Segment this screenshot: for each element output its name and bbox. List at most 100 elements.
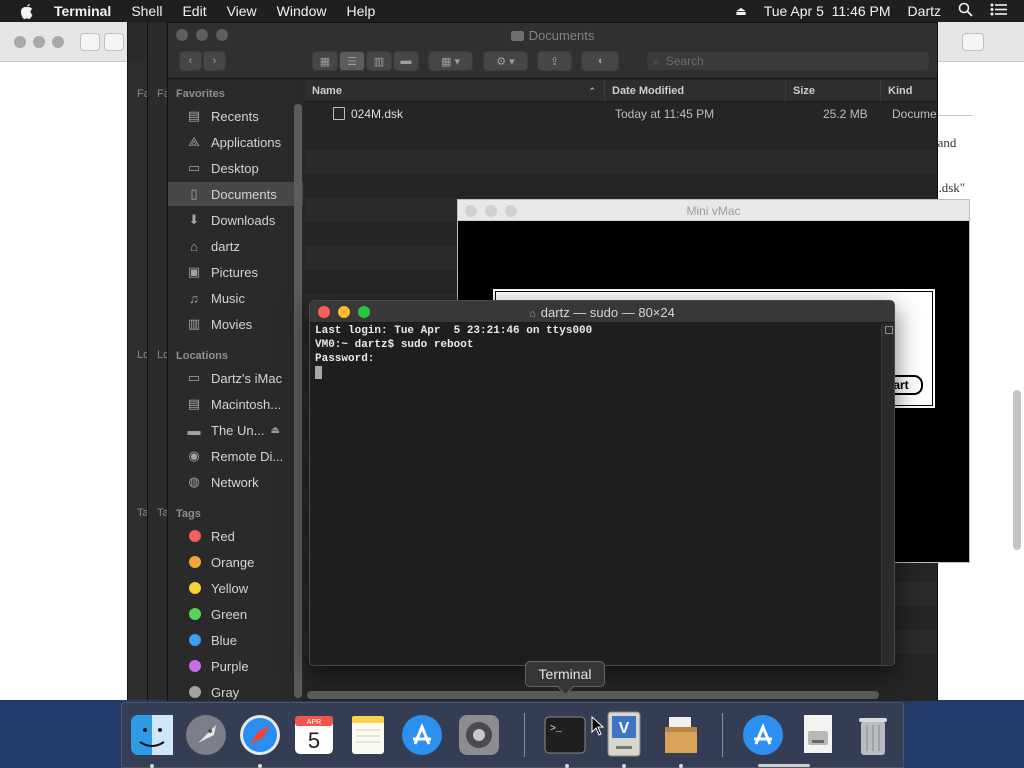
dock-disk-image[interactable] — [794, 710, 842, 760]
sidebar-item-desktop[interactable]: ▭ Desktop — [168, 156, 303, 180]
sidebar-tag-red[interactable]: Red — [168, 524, 303, 548]
bg-forward-button[interactable] — [104, 33, 124, 51]
mini-vmac-icon: V — [607, 711, 641, 757]
dock-finder[interactable] — [128, 710, 176, 760]
column-date-modified[interactable]: Date Modified — [605, 80, 786, 102]
notification-center-icon[interactable] — [990, 3, 1007, 19]
sidebar-item-pictures[interactable]: ▣ Pictures — [168, 260, 303, 284]
menu-app-name[interactable]: Terminal — [54, 3, 111, 19]
dock-scroll-indicator — [758, 764, 810, 767]
tags-button[interactable]: ◖ — [581, 51, 619, 71]
bg-zoom-dot[interactable] — [52, 36, 64, 48]
sidebar-item-remote-disc[interactable]: ◉ Remote Di... — [168, 444, 303, 468]
dock-system-preferences[interactable] — [455, 710, 503, 760]
dock-terminal[interactable]: >_ — [541, 710, 589, 760]
dock-launchpad[interactable] — [182, 710, 230, 760]
menu-window[interactable]: Window — [277, 3, 327, 19]
action-button[interactable]: ⚙ ▾ — [483, 51, 528, 71]
trash-icon — [859, 718, 887, 755]
column-view-button[interactable]: ▥ — [366, 51, 392, 71]
finder-icon — [131, 715, 173, 755]
sidebar-item-recents[interactable]: ▤ Recents — [168, 104, 303, 128]
dock-safari[interactable] — [236, 710, 284, 760]
tag-icon: ◖ — [596, 55, 604, 67]
gear-icon: ⚙ ▾ — [496, 55, 515, 68]
sidebar-item-documents[interactable]: ▯ Documents — [168, 182, 303, 206]
sidebar-scrollbar[interactable] — [294, 104, 302, 698]
terminal-scrollbar[interactable] — [881, 323, 894, 665]
eject-icon[interactable]: ⏏ — [735, 4, 746, 18]
sidebar-item-imac[interactable]: ▭ Dartz's iMac — [168, 366, 303, 390]
dock-notes[interactable] — [344, 710, 392, 760]
documents-icon: ▯ — [190, 186, 198, 201]
horizontal-scrollbar[interactable] — [307, 691, 879, 699]
dock-mini-vmac[interactable]: V — [600, 710, 648, 760]
gear-icon — [459, 715, 499, 755]
sidebar-item-home[interactable]: ⌂ dartz — [168, 234, 303, 258]
menu-shell[interactable]: Shell — [131, 3, 162, 19]
file-name: 024M.dsk — [351, 107, 404, 121]
menu-edit[interactable]: Edit — [182, 3, 206, 19]
dock-trash[interactable] — [849, 710, 897, 760]
list-view-button[interactable]: ☰ — [339, 51, 365, 71]
gallery-view-button[interactable]: ▬ — [393, 51, 419, 71]
stacked-finder-window: Fa Lo Ta — [147, 22, 170, 700]
group-button[interactable]: ▦ ▾ — [428, 51, 473, 71]
tag-dot-icon — [189, 608, 201, 620]
share-button[interactable]: ⇪ — [537, 51, 572, 71]
search-icon[interactable] — [958, 2, 973, 20]
icon-view-button[interactable]: ▦ — [312, 51, 338, 71]
menu-help[interactable]: Help — [346, 3, 375, 19]
dock-archive-utility[interactable] — [657, 710, 705, 760]
menu-view[interactable]: View — [227, 3, 257, 19]
sidebar-tag-yellow[interactable]: Yellow — [168, 576, 303, 600]
eject-icon[interactable]: ⏏ — [270, 425, 279, 436]
column-size-label: Size — [793, 85, 816, 97]
column-name[interactable]: Name ⌃ — [305, 80, 605, 102]
rocket-icon — [186, 715, 226, 755]
bg-minimize-dot[interactable] — [33, 36, 45, 48]
sidebar-item-network[interactable]: ◍ Network — [168, 470, 303, 494]
column-name-label: Name — [312, 85, 342, 97]
share-icon: ⇪ — [549, 55, 560, 68]
terminal-screen[interactable]: Last login: Tue Apr 5 23:21:46 on ttys00… — [315, 324, 880, 664]
bg-back-button[interactable] — [80, 33, 100, 51]
column-date-label: Date Modified — [612, 85, 685, 97]
sidebar-tag-orange[interactable]: Orange — [168, 550, 303, 574]
bg-close-dot[interactable] — [14, 36, 26, 48]
forward-button[interactable]: › — [203, 51, 226, 71]
sidebar-item-label: Movies — [211, 316, 253, 332]
file-kind: Docume — [892, 107, 937, 121]
apple-menu-icon[interactable] — [19, 3, 37, 20]
clock[interactable]: Tue Apr 5 11:46 PM — [764, 3, 891, 19]
sidebar-tag-purple[interactable]: Purple — [168, 654, 303, 678]
sidebar-item-external[interactable]: ▬ The Un... ⏏ — [168, 418, 303, 442]
dock: APR 5 >_ V — [121, 702, 904, 768]
sidebar-item-movies[interactable]: ▥ Movies — [168, 312, 303, 336]
dock-app-store[interactable] — [398, 710, 446, 760]
sidebar-item-macintosh[interactable]: ▤ Macintosh... — [168, 392, 303, 416]
sidebar-tag-blue[interactable]: Blue — [168, 628, 303, 652]
bg-scrollbar[interactable] — [1013, 390, 1021, 550]
sidebar-item-label: The Un... — [211, 422, 265, 438]
finder-titlebar: Documents ‹ › ▦ ☰ ▥ ▬ ▦ ▾ ⚙ ▾ ⇪ ◖ ⌕ — [168, 23, 937, 79]
dock-tooltip: Terminal — [525, 661, 605, 687]
sidebar-tag-green[interactable]: Green — [168, 602, 303, 626]
sidebar-item-downloads[interactable]: ⬇ Downloads — [168, 208, 303, 232]
back-button[interactable]: ‹ — [179, 51, 202, 71]
column-kind[interactable]: Kind — [881, 80, 937, 102]
sidebar-item-music[interactable]: ♫ Music — [168, 286, 303, 310]
user-menu[interactable]: Dartz — [908, 3, 941, 19]
bg-tabs-button[interactable] — [962, 33, 984, 51]
sidebar-tag-gray[interactable]: Gray — [168, 680, 303, 701]
search-field[interactable]: ⌕ — [646, 51, 930, 71]
search-input[interactable] — [665, 54, 906, 68]
running-indicator — [150, 764, 154, 768]
svg-text:V: V — [619, 720, 630, 737]
column-size[interactable]: Size — [786, 80, 881, 102]
dock-app-store-downloads[interactable] — [739, 710, 787, 760]
terminal-line: Password: — [315, 353, 375, 365]
dock-calendar[interactable]: APR 5 — [290, 710, 338, 760]
table-row[interactable]: 024M.dsk Today at 11:45 PM 25.2 MB Docum… — [305, 102, 937, 126]
sidebar-item-applications[interactable]: ⟁ Applications — [168, 130, 303, 154]
